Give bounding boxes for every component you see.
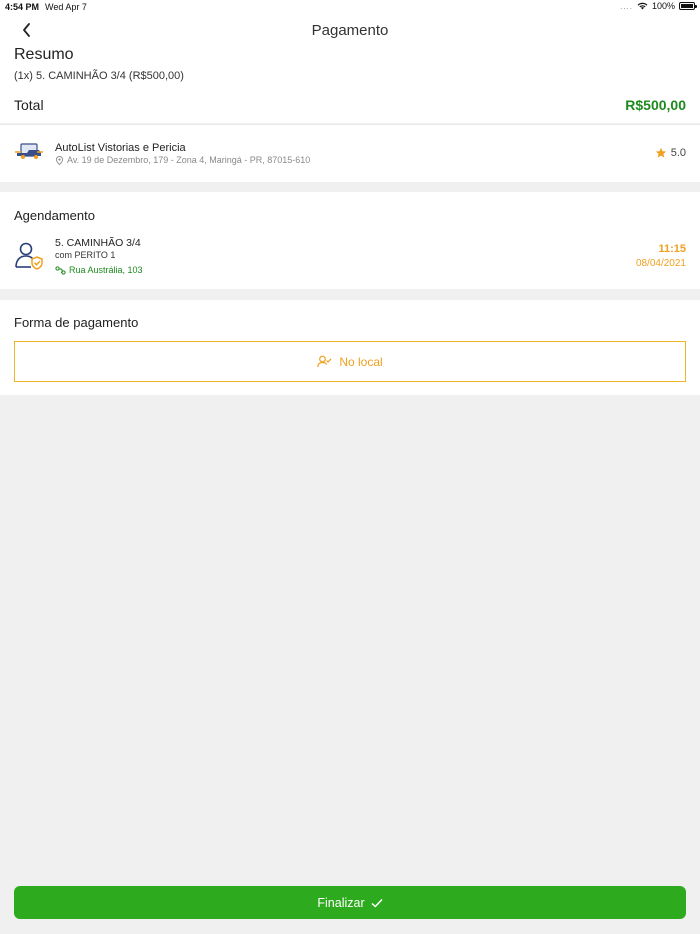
signal-icon: .... [620, 1, 633, 11]
route-icon [55, 265, 66, 275]
finalize-label: Finalizar [317, 895, 365, 910]
provider-rating: 5.0 [655, 147, 686, 159]
check-icon [371, 898, 383, 908]
status-bar: 4:54 PM Wed Apr 7 .... 100% [0, 0, 700, 14]
provider-name: AutoList Vistorias e Pericia [55, 142, 186, 154]
location-pin-icon [55, 155, 64, 165]
page-title: Pagamento [311, 22, 389, 39]
schedule-heading: Agendamento [14, 208, 95, 223]
battery-percent: 100% [651, 1, 675, 11]
nav-bar: Pagamento [0, 14, 700, 46]
status-date: Wed Apr 7 [45, 2, 87, 12]
total-value: R$500,00 [625, 97, 686, 113]
provider-address: Av. 19 de Dezembro, 179 - Zona 4, Maring… [67, 155, 311, 165]
schedule-professional: com PERITO 1 [55, 250, 116, 260]
schedule-location: Rua Austrália, 103 [69, 265, 143, 275]
star-icon [655, 147, 666, 158]
wifi-icon [637, 2, 648, 10]
summary-line-item: (1x) 5. CAMINHÃO 3/4 (R$500,00) [14, 70, 184, 82]
summary-heading: Resumo [14, 46, 74, 63]
finalize-button[interactable]: Finalizar [14, 886, 686, 919]
status-right: .... 100% [620, 1, 697, 11]
total-label: Total [14, 97, 44, 113]
provider-card[interactable]: AutoList Vistorias e Pericia Av. 19 de D… [0, 124, 700, 182]
summary-card: Resumo (1x) 5. CAMINHÃO 3/4 (R$500,00) T… [0, 46, 700, 123]
rating-value: 5.0 [670, 147, 686, 159]
provider-logo [15, 143, 43, 159]
schedule-date: 08/04/2021 [635, 258, 686, 269]
status-time: 4:54 PM [5, 2, 40, 12]
schedule-service: 5. CAMINHÃO 3/4 [55, 237, 141, 249]
battery-icon [679, 2, 697, 10]
payment-card: Forma de pagamento No local [0, 300, 700, 395]
schedule-location-row: Rua Austrália, 103 [55, 265, 143, 275]
schedule-card: Agendamento 5. CAMINHÃO 3/4 com PERITO 1… [0, 192, 700, 289]
person-check-icon [317, 355, 332, 368]
schedule-time: 11:15 [658, 243, 686, 255]
provider-address-row: Av. 19 de Dezembro, 179 - Zona 4, Maring… [55, 155, 310, 165]
person-check-icon [15, 242, 43, 270]
pay-on-site-option[interactable]: No local [14, 341, 686, 382]
payment-heading: Forma de pagamento [14, 315, 139, 330]
pay-option-label: No local [339, 354, 383, 369]
